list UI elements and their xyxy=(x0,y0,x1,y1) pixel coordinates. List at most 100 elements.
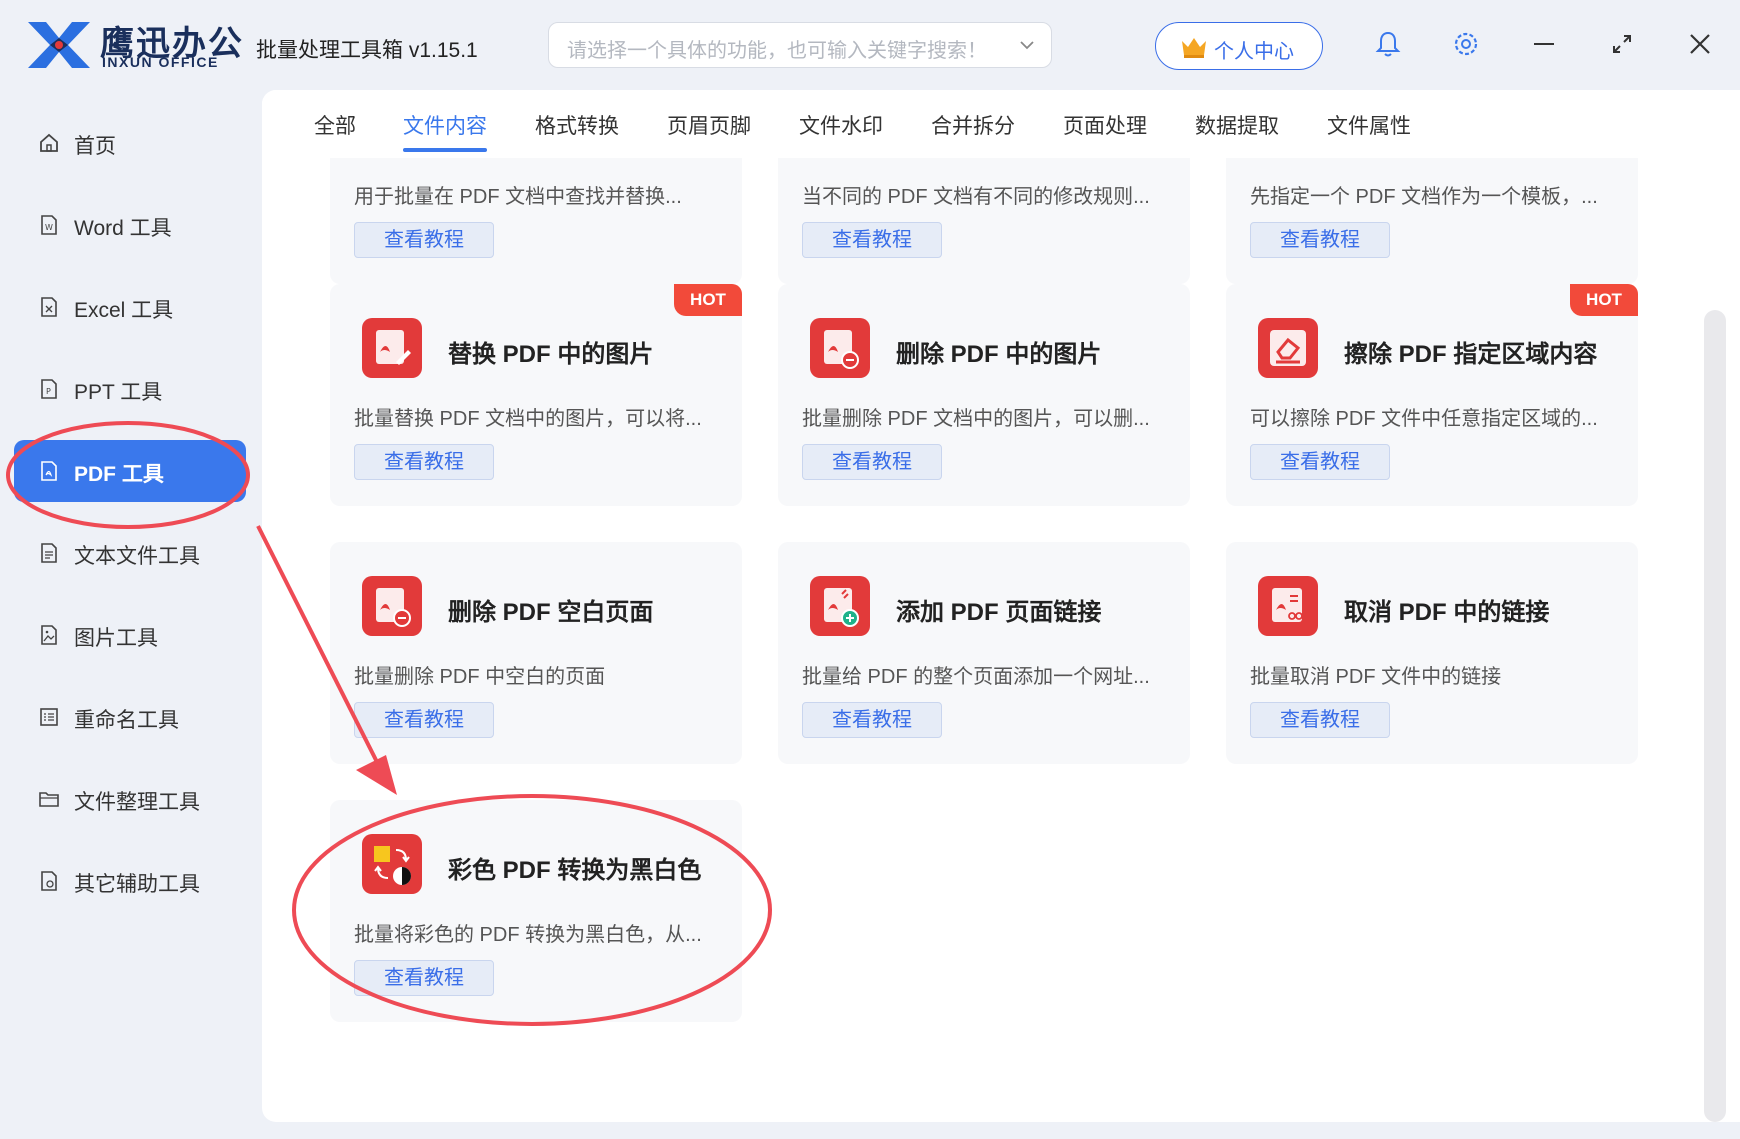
sidebar-item-pdf[interactable]: PDF 工具 xyxy=(14,440,246,502)
view-tutorial-button[interactable]: 查看教程 xyxy=(354,960,494,996)
sidebar-item-label: 其它辅助工具 xyxy=(74,873,200,896)
sidebar-item-excel[interactable]: Excel 工具 xyxy=(14,276,246,338)
active-tab-indicator xyxy=(403,148,487,152)
view-tutorial-button[interactable]: 查看教程 xyxy=(354,444,494,480)
text-file-icon xyxy=(41,543,57,563)
tool-card[interactable]: 用于批量在 PDF 文档中查找并替换... 查看教程 xyxy=(330,158,742,284)
tab-format-convert[interactable]: 格式转换 xyxy=(535,110,619,140)
tool-card-replace-image[interactable]: HOT 替换 PDF 中的图片 批量替换 PDF 文档中的图片，可以将... 查… xyxy=(330,284,742,506)
card-title: 擦除 PDF 指定区域内容 xyxy=(1344,341,1598,368)
view-tutorial-button[interactable]: 查看教程 xyxy=(802,444,942,480)
card-description: 批量删除 PDF 中空白的页面 xyxy=(354,666,606,688)
category-tabs: 全部 文件内容 格式转换 页眉页脚 文件水印 合并拆分 页面处理 数据提取 文件… xyxy=(262,90,1740,158)
gear-icon[interactable] xyxy=(1450,28,1482,60)
color-to-bw-icon xyxy=(362,834,422,894)
search-placeholder: 请选择一个具体的功能，也可输入关键字搜索！ xyxy=(567,40,987,62)
sidebar-item-organize[interactable]: 文件整理工具 xyxy=(14,768,246,830)
tab-all[interactable]: 全部 xyxy=(314,110,356,140)
view-tutorial-button[interactable]: 查看教程 xyxy=(354,222,494,258)
tool-grid: 用于批量在 PDF 文档中查找并替换... 查看教程 当不同的 PDF 文档有不… xyxy=(262,158,1702,1122)
svg-text:P: P xyxy=(46,387,51,396)
card-description: 批量将彩色的 PDF 转换为黑白色，从... xyxy=(354,924,702,946)
word-file-icon: W xyxy=(41,215,57,235)
tool-card-erase-area[interactable]: HOT 擦除 PDF 指定区域内容 可以擦除 PDF 文件中任意指定区域的...… xyxy=(1226,284,1638,506)
sidebar-item-label: PDF 工具 xyxy=(74,463,164,486)
search-input[interactable]: 请选择一个具体的功能，也可输入关键字搜索！ xyxy=(548,22,1052,68)
card-title: 删除 PDF 中的图片 xyxy=(896,341,1102,368)
sidebar-item-text[interactable]: 文本文件工具 xyxy=(14,522,246,584)
app-title: 批量处理工具箱 v1.15.1 xyxy=(256,39,478,62)
tab-merge-split[interactable]: 合并拆分 xyxy=(931,110,1015,140)
view-tutorial-button[interactable]: 查看教程 xyxy=(1250,222,1390,258)
view-tutorial-button[interactable]: 查看教程 xyxy=(1250,444,1390,480)
sidebar-item-label: 图片工具 xyxy=(74,627,158,650)
remove-link-icon xyxy=(1258,576,1318,636)
sidebar-item-label: 文本文件工具 xyxy=(74,545,200,568)
tool-card-delete-blank-page[interactable]: 删除 PDF 空白页面 批量删除 PDF 中空白的页面 查看教程 xyxy=(330,542,742,764)
tab-header-footer[interactable]: 页眉页脚 xyxy=(667,110,751,140)
card-description: 批量给 PDF 的整个页面添加一个网址... xyxy=(802,666,1150,688)
card-title: 彩色 PDF 转换为黑白色 xyxy=(448,857,702,884)
sidebar-item-label: 重命名工具 xyxy=(74,709,179,732)
ppt-file-icon: P xyxy=(41,379,57,399)
scrollbar-thumb[interactable] xyxy=(1704,310,1726,1122)
view-tutorial-button[interactable]: 查看教程 xyxy=(1250,702,1390,738)
crown-icon xyxy=(1182,38,1206,58)
tool-card[interactable]: 当不同的 PDF 文档有不同的修改规则... 查看教程 xyxy=(778,158,1190,284)
tab-watermark[interactable]: 文件水印 xyxy=(799,110,883,140)
delete-blank-page-icon xyxy=(362,576,422,636)
app-logo xyxy=(28,22,90,68)
utility-icon xyxy=(41,871,57,891)
card-title: 取消 PDF 中的链接 xyxy=(1344,599,1550,626)
tool-card-color-to-bw[interactable]: 彩色 PDF 转换为黑白色 批量将彩色的 PDF 转换为黑白色，从... 查看教… xyxy=(330,800,742,1022)
sidebar: 首页 W Word 工具 Excel 工具 P PPT 工具 PDF 工具 文本… xyxy=(0,90,250,1139)
card-description: 先指定一个 PDF 文档作为一个模板，... xyxy=(1250,186,1598,208)
sidebar-item-rename[interactable]: 重命名工具 xyxy=(14,686,246,748)
tab-data-extract[interactable]: 数据提取 xyxy=(1195,110,1279,140)
add-link-icon xyxy=(810,576,870,636)
sidebar-item-ppt[interactable]: P PPT 工具 xyxy=(14,358,246,420)
card-description: 可以擦除 PDF 文件中任意指定区域的... xyxy=(1250,408,1598,430)
svg-text:W: W xyxy=(45,223,53,232)
home-icon xyxy=(40,133,58,152)
minimize-icon[interactable] xyxy=(1528,28,1560,60)
tool-card-add-link[interactable]: 添加 PDF 页面链接 批量给 PDF 的整个页面添加一个网址... 查看教程 xyxy=(778,542,1190,764)
hot-badge: HOT xyxy=(1570,284,1638,316)
chevron-down-icon[interactable] xyxy=(1017,35,1037,55)
view-tutorial-button[interactable]: 查看教程 xyxy=(802,702,942,738)
rename-icon xyxy=(40,708,58,726)
tool-card[interactable]: 先指定一个 PDF 文档作为一个模板，... 查看教程 xyxy=(1226,158,1638,284)
tab-page-process[interactable]: 页面处理 xyxy=(1063,110,1147,140)
close-icon[interactable] xyxy=(1684,28,1716,60)
card-description: 批量取消 PDF 文件中的链接 xyxy=(1250,666,1502,688)
excel-file-icon xyxy=(41,297,57,317)
image-file-icon xyxy=(41,625,57,645)
sidebar-item-label: Excel 工具 xyxy=(74,299,174,322)
card-title: 添加 PDF 页面链接 xyxy=(896,599,1102,626)
user-center-label: 个人中心 xyxy=(1214,41,1294,63)
bell-icon[interactable] xyxy=(1372,28,1404,60)
view-tutorial-button[interactable]: 查看教程 xyxy=(802,222,942,258)
tab-file-content[interactable]: 文件内容 xyxy=(403,110,487,140)
view-tutorial-button[interactable]: 查看教程 xyxy=(354,702,494,738)
sidebar-item-utility[interactable]: 其它辅助工具 xyxy=(14,850,246,912)
tab-file-properties[interactable]: 文件属性 xyxy=(1327,110,1411,140)
card-title: 删除 PDF 空白页面 xyxy=(448,599,654,626)
replace-pdf-image-icon xyxy=(362,318,422,378)
user-center-button[interactable]: 个人中心 xyxy=(1155,22,1323,70)
card-description: 当不同的 PDF 文档有不同的修改规则... xyxy=(802,186,1150,208)
hot-badge: HOT xyxy=(674,284,742,316)
sidebar-item-label: 文件整理工具 xyxy=(74,791,200,814)
sidebar-item-word[interactable]: W Word 工具 xyxy=(14,194,246,256)
tool-card-remove-link[interactable]: 取消 PDF 中的链接 批量取消 PDF 文件中的链接 查看教程 xyxy=(1226,542,1638,764)
folder-icon xyxy=(39,792,59,807)
card-description: 批量删除 PDF 文档中的图片，可以删... xyxy=(802,408,1150,430)
title-bar: 鹰迅办公 INXUN OFFICE 批量处理工具箱 v1.15.1 请选择一个具… xyxy=(0,0,1740,90)
maximize-icon[interactable] xyxy=(1606,28,1638,60)
sidebar-item-home[interactable]: 首页 xyxy=(14,112,246,174)
pdf-file-icon xyxy=(41,461,57,481)
main-panel: 全部 文件内容 格式转换 页眉页脚 文件水印 合并拆分 页面处理 数据提取 文件… xyxy=(262,90,1740,1122)
sidebar-item-label: Word 工具 xyxy=(74,217,172,240)
tool-card-delete-image[interactable]: 删除 PDF 中的图片 批量删除 PDF 文档中的图片，可以删... 查看教程 xyxy=(778,284,1190,506)
sidebar-item-image[interactable]: 图片工具 xyxy=(14,604,246,666)
